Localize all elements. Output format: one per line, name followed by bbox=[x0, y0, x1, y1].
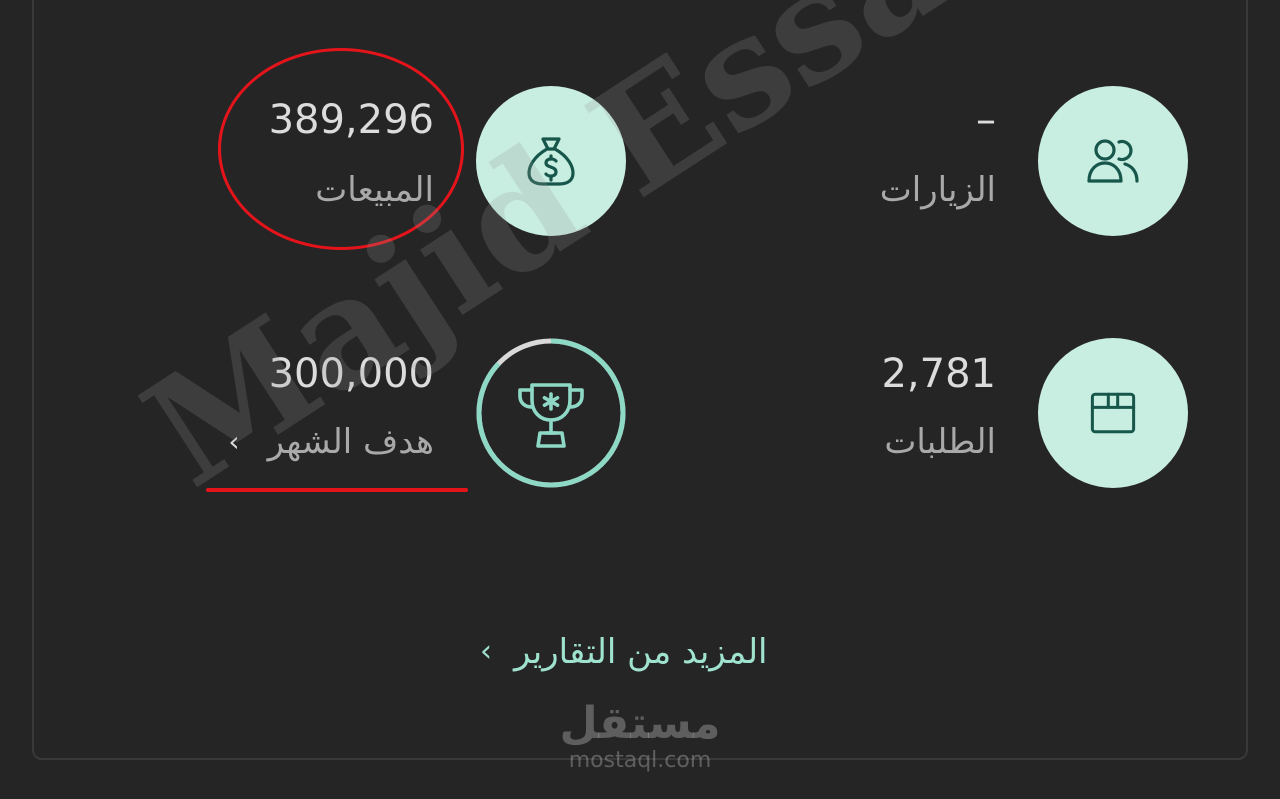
monthly-goal-link[interactable]: ‹ هدف الشهر bbox=[228, 420, 434, 464]
orders-icon-circle bbox=[1038, 338, 1188, 488]
sales-value: 389,296 bbox=[268, 97, 434, 143]
trophy-icon bbox=[518, 383, 584, 448]
sales-label: المبيعات bbox=[315, 170, 434, 210]
more-reports-link[interactable]: ‹ المزيد من التقارير bbox=[480, 630, 768, 674]
chevron-left-icon: ‹ bbox=[228, 425, 240, 458]
visits-label: الزيارات bbox=[879, 170, 996, 210]
goal-progress-ring bbox=[476, 338, 626, 488]
users-icon bbox=[1087, 139, 1139, 183]
goal-value: 300,000 bbox=[268, 351, 434, 397]
orders-value: 2,781 bbox=[881, 351, 996, 397]
box-icon bbox=[1090, 392, 1136, 434]
visits-value: – bbox=[976, 97, 996, 143]
orders-label: الطلبات bbox=[884, 422, 996, 462]
chevron-left-icon: ‹ bbox=[480, 634, 492, 669]
goal-label: هدف الشهر bbox=[267, 422, 434, 462]
dashboard-page: – الزيارات 389,296 المبيعات 2,781 الطلبا… bbox=[0, 0, 1280, 799]
money-bag-icon bbox=[527, 137, 575, 186]
more-reports-label: المزيد من التقارير bbox=[514, 632, 768, 672]
visits-icon-circle bbox=[1038, 86, 1188, 236]
sales-icon-circle bbox=[476, 86, 626, 236]
